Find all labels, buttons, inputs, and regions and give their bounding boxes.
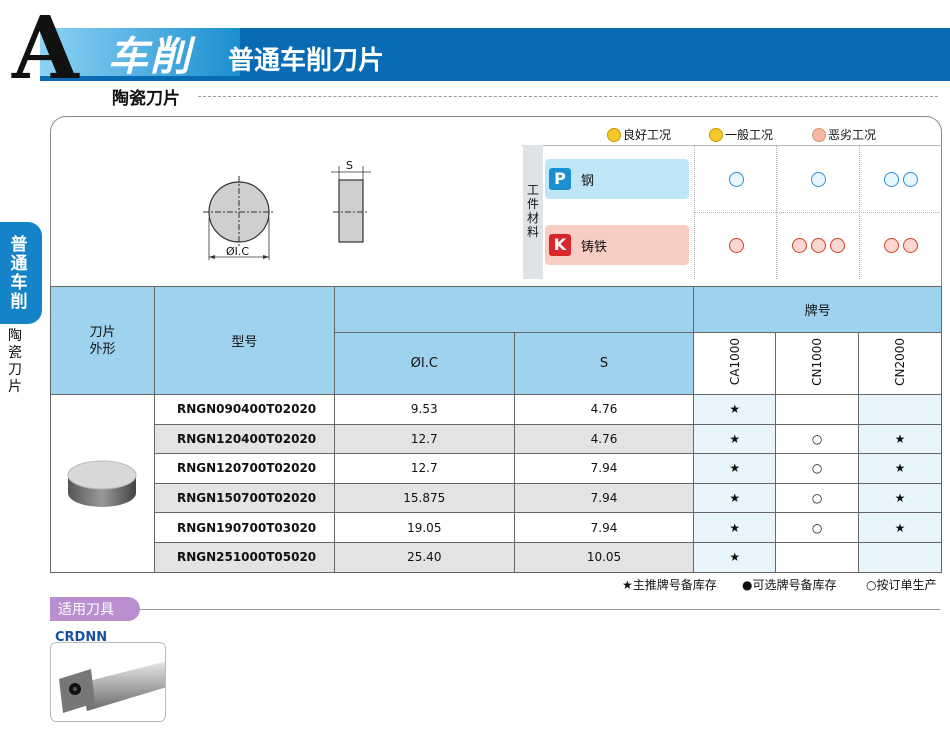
legend-main: ★主推牌号备库存 [622, 578, 717, 592]
tools-divider [140, 609, 940, 610]
sad-face-icon [810, 172, 826, 187]
insert-shape-image [50, 394, 155, 573]
material-name-p: 钢 [581, 174, 595, 189]
table-row: RNGN090400T02020 9.53 4.76 ★ [50, 394, 942, 573]
legend-order: ○按订单生产 [866, 578, 937, 592]
smile-face-icon [728, 172, 744, 187]
tool-holder-image [50, 642, 166, 722]
tools-section-title: 适用刀具 [50, 597, 140, 621]
table-row: RNGN251000T05020 25.40 10.05 ★ [51, 541, 942, 573]
smile-face-icon [884, 238, 899, 253]
tool-holder-icon [59, 661, 165, 713]
subtitle-divider [198, 96, 938, 97]
table-row: RNGN120700T02020 12.7 7.94 ★ ○ ★ [51, 453, 942, 484]
smile-face-icon [728, 238, 744, 253]
col-shape-header: 刀片外形 [50, 286, 155, 395]
grade-cn1000-header: CN1000 [775, 332, 860, 395]
table-row: RNGN190700T03020 19.05 7.94 ★ ○ ★ [51, 512, 942, 543]
legend-optional: ●可选牌号备库存 [742, 578, 837, 592]
condition-bad: 恶劣工况 [812, 126, 876, 143]
material-code-k: K [549, 234, 571, 256]
neutral-face-icon [709, 128, 723, 142]
side-tab[interactable]: 普通车削 [0, 222, 42, 324]
condition-good: 良好工况 [607, 126, 671, 143]
col-s-header: S [513, 332, 695, 395]
material-label: 工件材料 [523, 145, 543, 279]
k-good-rating [696, 238, 776, 257]
side-tab-sublabel: 陶瓷刀片 [8, 328, 22, 395]
material-name-k: 铸铁 [581, 240, 608, 255]
good-face-icon [607, 128, 621, 142]
col-ic-header: ØI.C [333, 332, 515, 395]
material-code-p: P [549, 168, 571, 190]
dim-thickness-label: S [346, 159, 353, 172]
page-title: 普通车削刀片 [228, 46, 385, 76]
insert-info-panel [50, 116, 942, 288]
p-good-rating [696, 172, 776, 191]
k-bad-rating [861, 238, 941, 257]
k-normal-rating [778, 238, 858, 257]
smile-face-icon [884, 172, 899, 187]
insert-dimension-drawing [203, 166, 371, 260]
condition-normal: 一般工况 [709, 126, 773, 143]
col-model-header: 型号 [153, 286, 335, 395]
smile-face-icon [791, 238, 807, 253]
material-p: P 钢 [545, 159, 689, 199]
sad-face-icon [903, 172, 918, 187]
sad-face-icon [903, 238, 918, 253]
neutral-face-icon [810, 238, 826, 253]
section-letter: A [12, 0, 79, 99]
round-insert-icon [67, 460, 137, 507]
col-grade-header: 牌号 [693, 286, 942, 333]
dim-diameter-label: ØI.C [226, 245, 250, 258]
table-row: RNGN120400T02020 12.7 4.76 ★ ○ ★ [51, 423, 942, 455]
grade-cn2000-header: CN2000 [858, 332, 942, 395]
table-row: RNGN150700T02020 15.875 7.94 ★ ○ ★ [51, 482, 942, 514]
sad-face-icon [812, 128, 826, 142]
p-bad-rating [861, 172, 941, 191]
p-normal-rating [778, 172, 858, 191]
material-k: K 铸铁 [545, 225, 689, 265]
insert-spec-table: 刀片外形 型号 牌号 ØI.C S CA1000 CN1000 CN2000 R… [50, 286, 942, 573]
section-category: 车削 [108, 34, 192, 80]
side-tab-label: 普通车削 [10, 235, 28, 312]
grade-ca1000-header: CA1000 [693, 332, 777, 395]
page-subtitle: 陶瓷刀片 [112, 89, 180, 109]
sad-face-icon [829, 238, 845, 253]
